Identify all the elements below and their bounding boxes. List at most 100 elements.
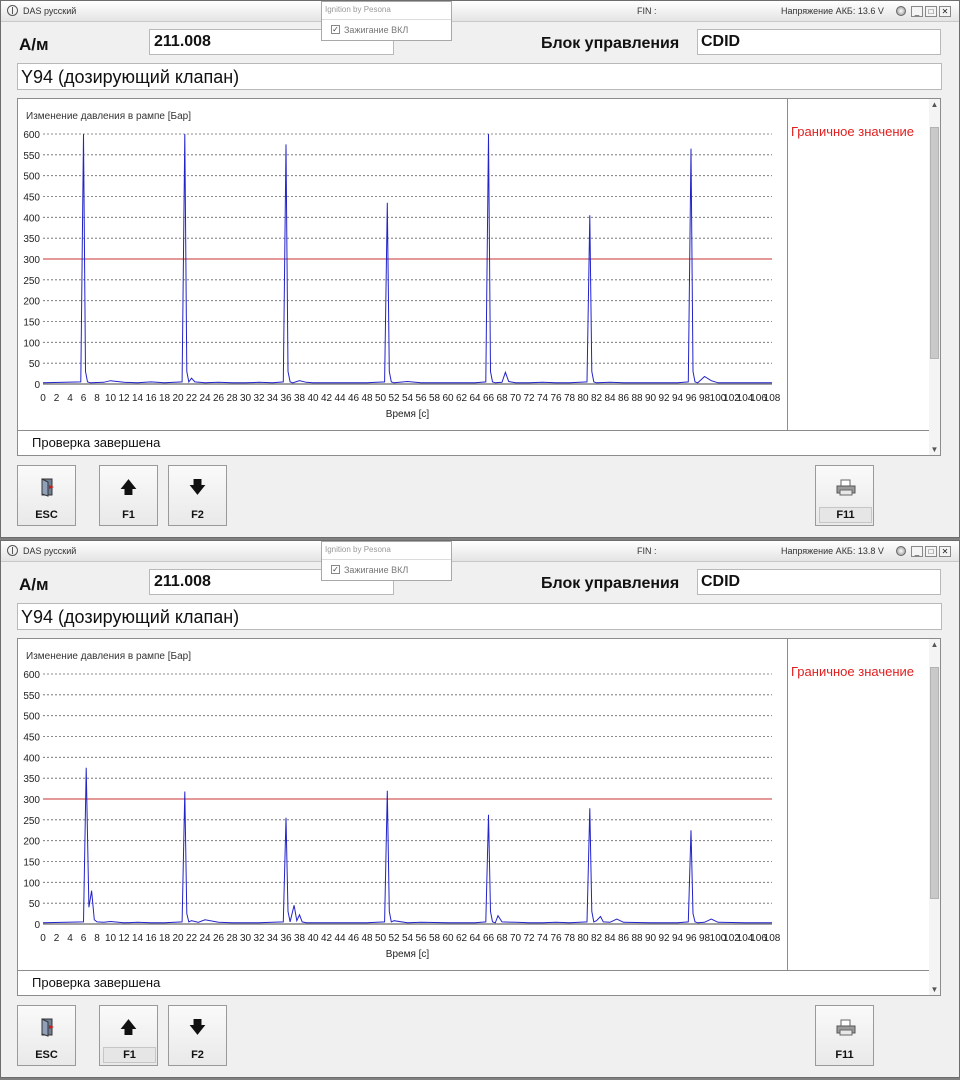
x-tick-label: 10 <box>105 393 117 404</box>
x-tick-label: 8 <box>94 393 100 404</box>
vertical-scrollbar[interactable]: ▲ ▼ <box>929 639 940 995</box>
scrollbar-thumb[interactable] <box>930 127 939 359</box>
f1-button[interactable]: 🡅 F1 <box>99 1005 158 1066</box>
ecu-field: CDID <box>697 569 941 595</box>
restore-button[interactable]: □ <box>925 6 937 17</box>
x-tick-label: 60 <box>442 393 454 404</box>
ecu-label: Блок управления <box>541 575 680 592</box>
popup-divider <box>322 559 451 560</box>
f2-button[interactable]: 🡇 F2 <box>168 465 227 526</box>
arrow-down-icon: 🡇 <box>188 478 207 497</box>
das-logo-icon <box>7 5 18 16</box>
x-tick-label: 56 <box>415 393 427 404</box>
x-tick-label: 42 <box>321 393 333 404</box>
ignition-checkbox[interactable]: ✓ <box>331 565 340 574</box>
printer-icon <box>836 1019 856 1036</box>
x-tick-label: 66 <box>483 933 495 944</box>
x-tick-label: 30 <box>240 393 252 404</box>
title-bar: DAS русский FIN : Напряжение АКБ: 13.6 V… <box>1 1 959 22</box>
x-tick-label: 82 <box>591 393 603 404</box>
minimize-button[interactable]: _ <box>911 6 923 17</box>
x-tick-label: 40 <box>307 393 319 404</box>
title-bar: DAS русский FIN : Напряжение АКБ: 13.8 V… <box>1 541 959 562</box>
x-tick-label: 60 <box>442 933 454 944</box>
printer-icon <box>836 479 856 496</box>
x-tick-label: 88 <box>631 393 643 404</box>
x-tick-label: 76 <box>550 933 562 944</box>
scrollbar-thumb[interactable] <box>930 667 939 899</box>
x-tick-label: 16 <box>145 933 157 944</box>
x-tick-label: 90 <box>645 393 657 404</box>
esc-button[interactable]: ESC <box>17 1005 76 1066</box>
x-tick-label: 62 <box>456 933 468 944</box>
y-tick-label: 150 <box>23 858 40 869</box>
f1-button[interactable]: 🡅 F1 <box>99 465 158 526</box>
x-tick-label: 74 <box>537 933 549 944</box>
close-button[interactable]: ✕ <box>939 546 951 557</box>
y-tick-label: 150 <box>23 318 40 329</box>
x-tick-label: 42 <box>321 933 333 944</box>
x-tick-label: 68 <box>496 393 508 404</box>
x-tick-label: 70 <box>510 393 522 404</box>
vehicle-label: А/м <box>19 35 49 54</box>
x-tick-label: 36 <box>280 393 292 404</box>
das-window: DAS русский FIN : Напряжение АКБ: 13.6 V… <box>0 0 960 538</box>
y-tick-label: 450 <box>23 193 40 204</box>
x-tick-label: 10 <box>105 933 117 944</box>
x-tick-label: 22 <box>186 933 198 944</box>
app-title: DAS русский <box>23 6 77 16</box>
panel-divider <box>787 99 788 431</box>
ignition-checkbox[interactable]: ✓ <box>331 25 340 34</box>
y-tick-label: 50 <box>29 359 41 370</box>
status-divider <box>18 970 929 971</box>
f11-button-label: F11 <box>819 507 872 523</box>
x-tick-label: 68 <box>496 933 508 944</box>
f2-button[interactable]: 🡇 F2 <box>168 1005 227 1066</box>
x-tick-label: 34 <box>267 393 279 404</box>
x-tick-label: 80 <box>577 393 589 404</box>
pressure-chart: Изменение давления в рампе [Бар]05010015… <box>23 651 781 960</box>
x-tick-label: 24 <box>199 933 211 944</box>
x-tick-label: 34 <box>267 933 279 944</box>
x-tick-label: 26 <box>213 933 225 944</box>
f11-button[interactable]: F11 <box>815 1005 874 1066</box>
x-tick-label: 14 <box>132 933 144 944</box>
x-tick-label: 18 <box>159 393 171 404</box>
scroll-down-icon[interactable]: ▼ <box>929 985 940 995</box>
y-tick-label: 600 <box>23 130 40 141</box>
f11-button[interactable]: F11 <box>815 465 874 526</box>
popup-divider <box>322 19 451 20</box>
x-tick-label: 58 <box>429 393 441 404</box>
limit-value-label: Граничное значение <box>791 124 914 139</box>
restore-button[interactable]: □ <box>925 546 937 557</box>
x-tick-label: 6 <box>81 393 87 404</box>
esc-button[interactable]: ESC <box>17 465 76 526</box>
x-tick-label: 16 <box>145 393 157 404</box>
x-tick-label: 2 <box>54 933 60 944</box>
chart-title: Изменение давления в рампе [Бар] <box>26 111 191 122</box>
vertical-scrollbar[interactable]: ▲ ▼ <box>929 99 940 455</box>
minimize-button[interactable]: _ <box>911 546 923 557</box>
x-tick-label: 108 <box>764 933 781 944</box>
status-text: Проверка завершена <box>32 435 161 450</box>
y-tick-label: 100 <box>23 878 40 889</box>
y-tick-label: 250 <box>23 816 40 827</box>
x-tick-label: 64 <box>469 933 481 944</box>
exit-door-icon <box>41 478 54 497</box>
y-tick-label: 550 <box>23 151 40 162</box>
scroll-up-icon[interactable]: ▲ <box>929 640 940 650</box>
scroll-down-icon[interactable]: ▼ <box>929 445 940 455</box>
das-logo-icon <box>7 545 18 556</box>
x-tick-label: 18 <box>159 933 171 944</box>
f1-button-label: F1 <box>103 1047 156 1063</box>
x-tick-label: 22 <box>186 393 198 404</box>
x-tick-label: 54 <box>402 933 414 944</box>
scroll-up-icon[interactable]: ▲ <box>929 100 940 110</box>
y-tick-label: 250 <box>23 276 40 287</box>
close-button[interactable]: ✕ <box>939 6 951 17</box>
x-tick-label: 20 <box>172 393 184 404</box>
x-tick-label: 48 <box>361 933 373 944</box>
x-tick-label: 44 <box>334 933 346 944</box>
x-tick-label: 88 <box>631 933 643 944</box>
x-tick-label: 80 <box>577 933 589 944</box>
